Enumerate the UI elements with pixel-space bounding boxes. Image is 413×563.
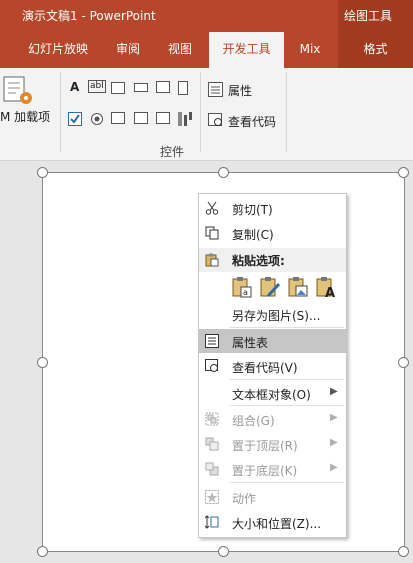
slide-pane-strip — [0, 161, 22, 563]
menu-separator — [229, 327, 344, 328]
paste-use-destination-theme-icon[interactable]: a — [231, 276, 253, 298]
paste-picture-icon[interactable] — [287, 276, 309, 298]
menu-item-label: 动作 — [232, 492, 257, 506]
ribbon-divider — [60, 72, 61, 152]
resize-handle[interactable] — [37, 357, 48, 368]
clipboard-icon — [205, 253, 219, 267]
tab-mix[interactable]: Mix — [290, 32, 330, 68]
menu-item-label: 文本框对象(O) — [232, 388, 311, 402]
image-control-icon[interactable] — [156, 81, 170, 93]
window-title: 演示文稿1 - PowerPoint — [22, 9, 156, 23]
listbox-control-icon[interactable] — [134, 112, 148, 124]
ribbon-divider — [200, 72, 201, 152]
ribbon-divider — [286, 72, 287, 152]
checkbox-control-icon[interactable] — [68, 112, 82, 126]
ribbon: M 加载项 A abl 属性 查看代码 控件 — [0, 68, 413, 161]
menu-separator — [229, 482, 344, 483]
menu-item-label: 置于顶层(R) — [232, 439, 298, 453]
combobox-control-icon[interactable] — [156, 112, 170, 124]
menu-item-size-position[interactable]: 大小和位置(Z)... — [199, 510, 346, 534]
spin-button-icon[interactable] — [111, 82, 125, 94]
paste-options-header: 粘贴选项: — [199, 248, 346, 272]
submenu-arrow-icon: ▶ — [330, 462, 338, 473]
toggle-button-icon[interactable] — [111, 112, 125, 124]
bring-to-front-icon — [205, 437, 219, 451]
action-star-icon — [205, 490, 219, 504]
resize-handle[interactable] — [398, 167, 409, 178]
size-position-icon — [205, 515, 219, 529]
resize-handle[interactable] — [218, 167, 229, 178]
submenu-arrow-icon: ▶ — [330, 386, 338, 397]
scrollbar-control-icon[interactable] — [178, 81, 188, 95]
tab-developer[interactable]: 开发工具 — [209, 32, 284, 68]
property-sheet-icon — [205, 334, 219, 348]
menu-item-bring-to-front: 置于顶层(R) ▶ — [199, 432, 346, 456]
paste-keep-source-formatting-icon[interactable] — [259, 276, 281, 298]
tab-slideshow[interactable]: 幻灯片放映 — [20, 32, 96, 68]
menu-item-label: 另存为图片(S)... — [232, 309, 321, 323]
menu-item-textbox-object[interactable]: 文本框对象(O) ▶ — [199, 381, 346, 405]
svg-text:A: A — [325, 286, 335, 298]
paste-options-label: 粘贴选项: — [232, 254, 285, 268]
radio-control-icon[interactable] — [90, 112, 104, 126]
resize-handle[interactable] — [398, 357, 409, 368]
context-menu: 剪切(T) 复制(C) 粘贴选项: a A 另存为图片(S)... 属性表 查看… — [198, 193, 347, 538]
properties-icon[interactable] — [208, 82, 223, 97]
send-to-back-icon — [205, 462, 219, 476]
resize-handle[interactable] — [398, 546, 409, 557]
tab-review[interactable]: 审阅 — [106, 32, 150, 68]
menu-item-label: 查看代码(V) — [232, 361, 298, 375]
menu-item-label: 剪切(T) — [232, 203, 273, 217]
controls-group-label: 控件 — [160, 145, 185, 159]
menu-separator — [229, 379, 344, 380]
menu-item-view-code[interactable]: 查看代码(V) — [199, 354, 346, 378]
addins-label[interactable]: M 加载项 — [0, 108, 50, 125]
svg-text:a: a — [243, 288, 248, 297]
menu-item-label: 复制(C) — [232, 228, 274, 242]
menu-item-action: 动作 — [199, 485, 346, 509]
paste-text-only-icon[interactable]: A — [315, 276, 337, 298]
menu-item-cut[interactable]: 剪切(T) — [199, 196, 346, 220]
title-bar: 演示文稿1 - PowerPoint 绘图工具 — [0, 0, 413, 32]
menu-item-property-sheet[interactable]: 属性表 — [199, 329, 346, 353]
properties-button[interactable]: 属性 — [228, 82, 252, 99]
menu-item-send-to-back: 置于底层(K) ▶ — [199, 457, 346, 481]
submenu-arrow-icon: ▶ — [330, 412, 338, 423]
menu-item-label: 组合(G) — [232, 414, 275, 428]
addins-icon[interactable] — [2, 74, 34, 106]
view-code-icon — [205, 359, 218, 372]
menu-item-save-as-picture[interactable]: 另存为图片(S)... — [199, 302, 346, 326]
label-control-icon[interactable]: A — [70, 80, 79, 94]
submenu-arrow-icon: ▶ — [330, 437, 338, 448]
resize-handle[interactable] — [37, 167, 48, 178]
menu-item-label: 属性表 — [232, 336, 269, 350]
copy-icon — [205, 226, 219, 240]
drawing-tools-label: 绘图工具 — [344, 9, 393, 23]
command-button-icon[interactable] — [134, 83, 148, 92]
scissors-icon — [205, 201, 219, 215]
menu-separator — [229, 405, 344, 406]
menu-item-label: 置于底层(K) — [232, 464, 298, 478]
menu-item-label: 大小和位置(Z)... — [232, 517, 322, 531]
menu-item-copy[interactable]: 复制(C) — [199, 221, 346, 245]
resize-handle[interactable] — [218, 546, 229, 557]
textbox-control-icon[interactable]: abl — [88, 80, 106, 93]
contextual-tab-group: 绘图工具 — [338, 0, 413, 32]
view-code-icon[interactable] — [208, 113, 224, 128]
group-icon — [205, 412, 219, 426]
resize-handle[interactable] — [37, 546, 48, 557]
menu-item-group: 组合(G) ▶ — [199, 407, 346, 431]
tab-view[interactable]: 视图 — [158, 32, 202, 68]
ribbon-tabs: 幻灯片放映 审阅 视图 开发工具 Mix 格式 — [0, 32, 413, 68]
more-controls-icon[interactable] — [176, 110, 194, 128]
view-code-button[interactable]: 查看代码 — [228, 113, 276, 130]
tab-format[interactable]: 格式 — [338, 32, 413, 68]
